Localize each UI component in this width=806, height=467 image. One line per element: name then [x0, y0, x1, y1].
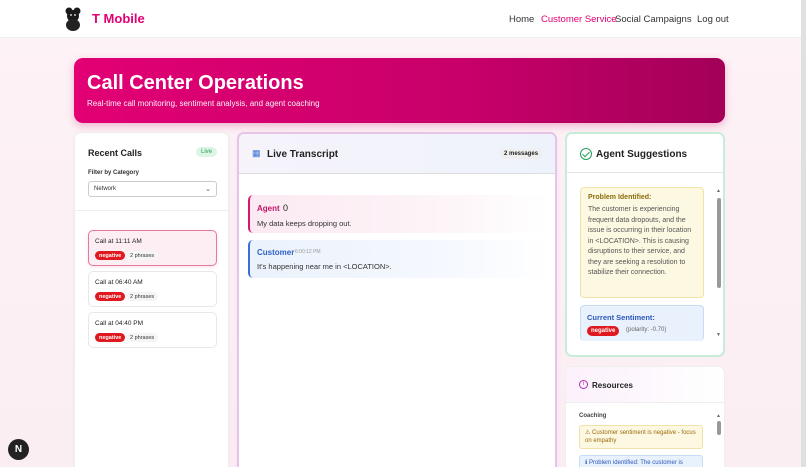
call-time: Call at 04:40 PM [95, 320, 144, 327]
brand-logo[interactable]: T Mobile [92, 11, 145, 26]
coaching-tip-text: Problem identified: The customer is [588, 460, 683, 466]
resources-scrollbar[interactable]: ▲ [716, 413, 722, 467]
scroll-down-icon[interactable]: ▼ [716, 332, 721, 338]
hero-banner: Call Center Operations Real-time call mo… [74, 58, 725, 123]
suggestions-scrollbar[interactable]: ▲ ▼ [716, 188, 722, 338]
nextjs-dev-button[interactable]: N [8, 439, 29, 460]
nav-social-campaigns-link[interactable]: Social Campaigns [615, 14, 692, 25]
coaching-tip-info: ℹ Problem identified: The customer is [579, 455, 703, 467]
speaker-extra: 0 [283, 203, 289, 213]
problem-text: The customer is experiencing frequent da… [588, 206, 692, 276]
coaching-tip-warning: ⚠ Customer sentiment is negative - focus… [579, 425, 703, 449]
live-badge: Live [196, 147, 218, 157]
call-card[interactable]: Call at 06:40 AM negative 2 phrases [88, 271, 217, 307]
nav-customer-service-link[interactable]: Customer Service [541, 14, 617, 25]
filter-label: Filter by Category [88, 170, 140, 176]
suggestions-title: Agent Suggestions [596, 149, 688, 160]
sentiment-label: Current Sentiment: [587, 313, 655, 322]
dog-logo-icon[interactable] [63, 6, 83, 32]
speaker-label: Agent [257, 204, 280, 213]
message-text: My data keeps dropping out. [257, 219, 352, 228]
current-sentiment-card: Current Sentiment: negative (polarity: -… [580, 305, 704, 341]
agent-suggestions-panel: Agent Suggestions Problem Identified: Th… [565, 132, 725, 357]
category-filter-select[interactable]: Network ⌄ [88, 181, 217, 197]
top-navbar: T Mobile Home Customer Service Social Ca… [0, 0, 801, 38]
message-text: It's happening near me in <LOCATION>. [257, 262, 392, 271]
chevron-down-icon: ⌄ [205, 186, 211, 193]
page-scrollbar[interactable] [801, 0, 806, 467]
scroll-thumb[interactable] [717, 198, 721, 288]
scroll-up-icon[interactable]: ▲ [716, 188, 721, 194]
sentiment-badge: negative [95, 333, 126, 342]
speaker-label: Customer [257, 248, 295, 257]
transcript-message: Agent 0 My data keeps dropping out. [248, 195, 548, 233]
divider [75, 210, 228, 211]
page-subtitle: Real-time call monitoring, sentiment ana… [87, 99, 320, 108]
grid-icon: ▦ [252, 148, 261, 158]
warning-icon: ⚠ [585, 430, 593, 436]
sentiment-badge: negative [95, 251, 126, 260]
scroll-up-icon[interactable]: ▲ [716, 413, 721, 419]
nav-home-link[interactable]: Home [509, 14, 534, 25]
message-count-badge: 2 messages [500, 149, 543, 159]
call-time: Call at 06:40 AM [95, 279, 143, 286]
transcript-header: ▦ Live Transcript 2 messages [239, 134, 555, 174]
check-circle-icon [580, 148, 592, 160]
divider [567, 172, 723, 173]
resources-panel: i Resources Coaching ⚠ Customer sentimen… [565, 366, 725, 467]
filter-selected-value: Network [94, 186, 117, 192]
polarity-value: (polarity: -0.70) [626, 327, 667, 333]
phrases-badge: 2 phrases [126, 251, 159, 260]
call-card[interactable]: Call at 04:40 PM negative 2 phrases [88, 312, 217, 348]
coaching-label: Coaching [579, 413, 607, 419]
transcript-title: Live Transcript [267, 149, 339, 160]
resources-header: i Resources [566, 367, 724, 403]
message-time: 6:00:12 PM [295, 249, 321, 255]
scroll-thumb[interactable] [717, 421, 721, 435]
phrases-badge: 2 phrases [126, 333, 159, 342]
problem-identified-card: Problem Identified: The customer is expe… [580, 187, 704, 298]
info-icon: i [579, 380, 588, 389]
live-transcript-panel: ▦ Live Transcript 2 messages Agent 0 My … [237, 132, 557, 467]
sentiment-badge: negative [587, 326, 620, 336]
coaching-tip-text: Customer sentiment is negative - focus o… [585, 430, 696, 444]
phrases-badge: 2 phrases [126, 292, 159, 301]
call-card[interactable]: Call at 11:11 AM negative 2 phrases [88, 230, 217, 266]
call-time: Call at 11:11 AM [95, 238, 142, 245]
logout-button[interactable]: Log out [697, 14, 729, 25]
recent-calls-panel: Recent Calls Live Filter by Category Net… [74, 132, 229, 467]
resources-title: Resources [592, 381, 633, 390]
page-title: Call Center Operations [87, 72, 304, 94]
recent-calls-title: Recent Calls [88, 148, 143, 158]
problem-label: Problem Identified: [588, 194, 652, 201]
transcript-message: Customer 6:00:12 PM It's happening near … [248, 240, 548, 278]
sentiment-badge: negative [95, 292, 126, 301]
